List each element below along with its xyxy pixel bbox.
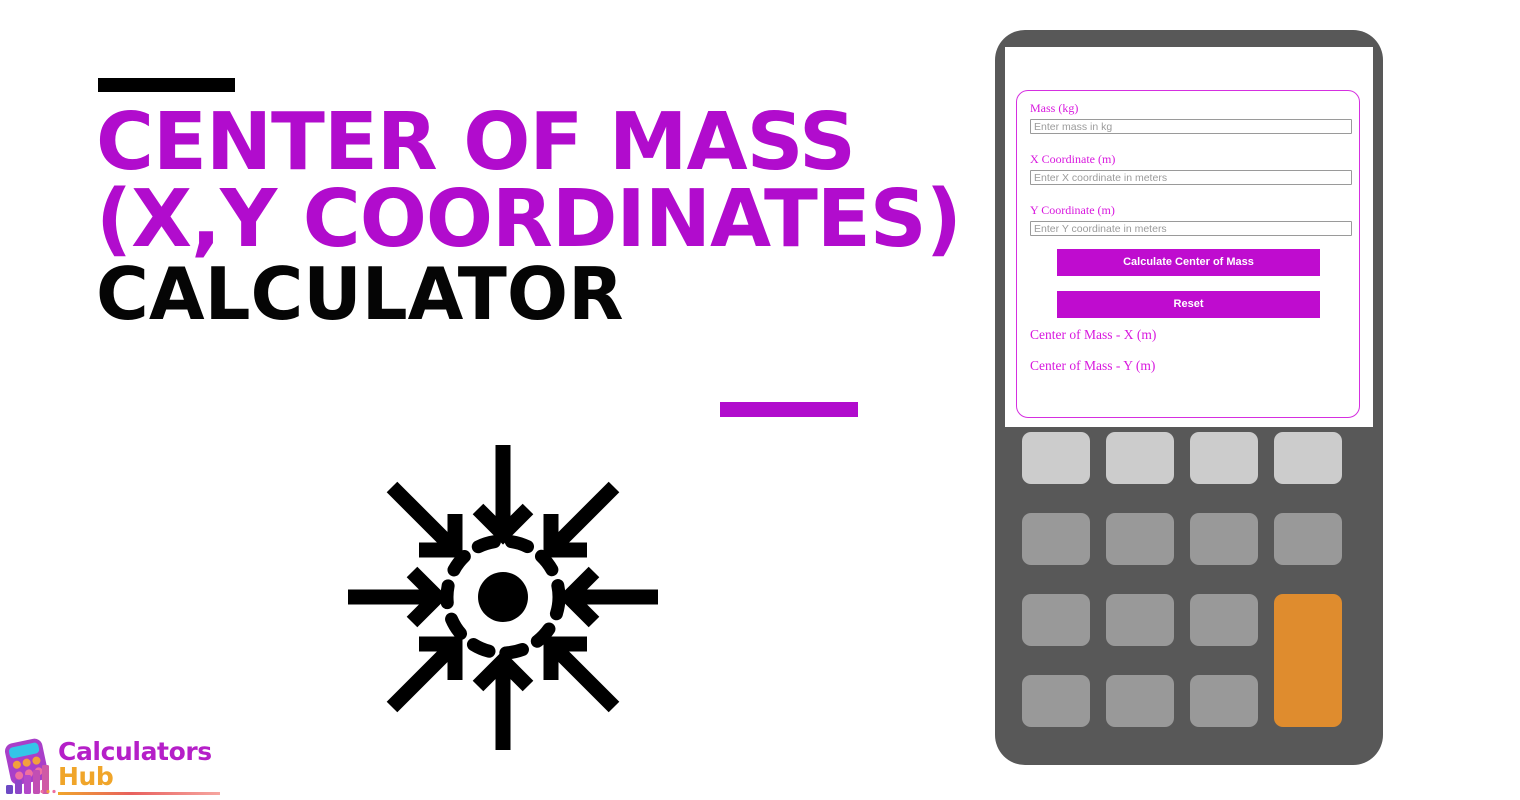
bottom-rule-decoration — [720, 402, 858, 417]
y-coordinate-input[interactable] — [1030, 221, 1352, 236]
calculator-keypad — [1022, 432, 1354, 737]
page-title: Center of Mass (X,Y Coordinates) Calcula… — [96, 96, 966, 336]
keypad-key-r2c1[interactable] — [1022, 513, 1090, 565]
page-title-line-1: Center of Mass — [96, 96, 856, 188]
keypad-key-r1c3[interactable] — [1190, 432, 1258, 484]
keypad-key-r3c3[interactable] — [1190, 594, 1258, 646]
center-of-mass-form: Mass (kg) X Coordinate (m) Y Coordinate … — [1016, 90, 1360, 418]
label-y-coordinate: Y Coordinate (m) — [1030, 203, 1115, 217]
logo-word-hub: Hub — [58, 762, 114, 791]
field-x-coordinate: X Coordinate (m) — [1030, 152, 1352, 185]
label-x-coordinate: X Coordinate (m) — [1030, 152, 1116, 166]
calculator-bar-chart-logo-mark — [4, 738, 49, 794]
keypad-key-r4c1[interactable] — [1022, 675, 1090, 727]
page-title-line-3: Calculator — [96, 251, 624, 336]
keypad-key-r4c3[interactable] — [1190, 675, 1258, 727]
keypad-key-r3c2[interactable] — [1106, 594, 1174, 646]
keypad-key-r1c2[interactable] — [1106, 432, 1174, 484]
keypad-key-r4c2[interactable] — [1106, 675, 1174, 727]
keypad-key-equals-accent[interactable] — [1274, 594, 1342, 727]
field-mass: Mass (kg) — [1030, 101, 1352, 134]
reset-button[interactable]: Reset — [1057, 291, 1320, 318]
logo-dots-decoration — [40, 789, 56, 794]
keypad-key-r1c1[interactable] — [1022, 432, 1090, 484]
label-mass: Mass (kg) — [1030, 101, 1079, 115]
top-rule-decoration — [98, 78, 235, 92]
page-title-line-2: (X,Y Coordinates) — [96, 173, 962, 266]
keypad-key-r3c1[interactable] — [1022, 594, 1090, 646]
calculator-device: Mass (kg) X Coordinate (m) Y Coordinate … — [995, 30, 1383, 765]
hero-panel: Center of Mass (X,Y Coordinates) Calcula… — [0, 0, 980, 800]
keypad-key-r2c2[interactable] — [1106, 513, 1174, 565]
keypad-key-r1c4[interactable] — [1274, 432, 1342, 484]
result-label-center-of-mass-y: Center of Mass - Y (m) — [1030, 358, 1156, 373]
logo-word-calculators: Calculators — [58, 737, 212, 766]
calculate-center-of-mass-button[interactable]: Calculate Center of Mass — [1057, 249, 1320, 276]
center-of-mass-converging-arrows-icon — [348, 445, 658, 750]
calculators-hub-logo[interactable]: Calculators Hub — [2, 737, 222, 797]
result-label-center-of-mass-x: Center of Mass - X (m) — [1030, 327, 1157, 342]
logo-wordmark: Calculators Hub — [58, 739, 223, 789]
keypad-key-r2c4[interactable] — [1274, 513, 1342, 565]
keypad-key-r2c3[interactable] — [1190, 513, 1258, 565]
calculator-screen: Mass (kg) X Coordinate (m) Y Coordinate … — [1005, 47, 1373, 427]
logo-underline-decoration — [58, 792, 220, 795]
field-y-coordinate: Y Coordinate (m) — [1030, 203, 1352, 236]
x-coordinate-input[interactable] — [1030, 170, 1352, 185]
mass-input[interactable] — [1030, 119, 1352, 134]
